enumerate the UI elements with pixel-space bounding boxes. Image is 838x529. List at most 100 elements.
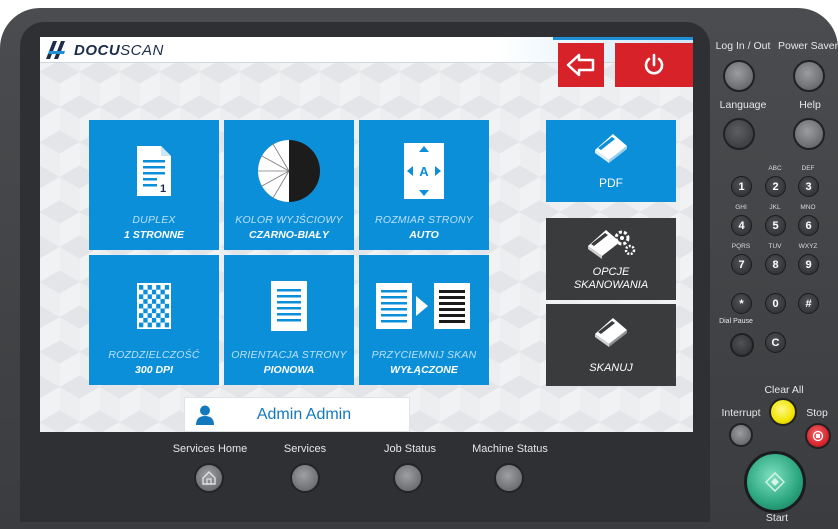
keypad-key-letters: GHI xyxy=(735,204,747,211)
touch-screen: DOCUSCAN 1 DUPLEX 1 STRONNE KOLOR WYJŚCI… xyxy=(40,37,693,432)
tile-value: PIONOWA xyxy=(263,364,315,376)
darken-scan-icon xyxy=(359,271,489,341)
tile-value: WYŁĄCZONE xyxy=(390,364,458,376)
login-button[interactable] xyxy=(723,60,755,92)
resolution-checker-icon xyxy=(89,271,219,341)
start-label: Start xyxy=(765,512,789,524)
keypad-key[interactable]: 2 xyxy=(765,176,786,197)
job-status-button[interactable] xyxy=(393,463,423,493)
language-button[interactable] xyxy=(723,118,755,150)
tile-duplex[interactable]: 1 DUPLEX 1 STRONNE xyxy=(89,120,219,250)
tile-value: AUTO xyxy=(409,229,439,241)
tile-output-color[interactable]: KOLOR WYJŚCIOWY CZARNO-BIAŁY xyxy=(224,120,354,250)
tile-page-orientation[interactable]: ORIENTACJA STRONY PIONOWA xyxy=(224,255,354,385)
help-button[interactable] xyxy=(793,118,825,150)
interrupt-label: Interrupt xyxy=(721,407,761,419)
color-half-circle-icon xyxy=(224,136,354,206)
tile-label: ROZMIAR STRONY xyxy=(375,214,473,226)
duplex-page-icon: 1 xyxy=(89,136,219,206)
keypad-key-letters: ABC xyxy=(768,165,782,172)
stop-label: Stop xyxy=(806,407,828,419)
scanner-settings-icon xyxy=(546,226,676,260)
scan-label: SKANUJ xyxy=(589,362,633,374)
pdf-button[interactable]: PDF xyxy=(546,120,676,202)
scan-options-button[interactable]: OPCJE SKANOWANIA xyxy=(546,218,676,300)
app-logo: DOCUSCAN xyxy=(46,41,164,59)
page-size-auto-icon: A xyxy=(359,136,489,206)
user-bar[interactable]: Admin Admin xyxy=(184,397,410,432)
tile-label: KOLOR WYJŚCIOWY xyxy=(235,214,343,226)
keypad-key[interactable]: 4 xyxy=(731,215,752,236)
brand-light: SCAN xyxy=(120,41,164,59)
tile-darken-scan[interactable]: PRZYCIEMNIJ SKAN WYŁĄCZONE xyxy=(359,255,489,385)
docuscan-logo-icon xyxy=(46,41,65,59)
tile-label: PRZYCIEMNIJ SKAN xyxy=(371,349,477,361)
keypad-key[interactable]: 8 xyxy=(765,254,786,275)
services-button[interactable] xyxy=(290,463,320,493)
keypad-key[interactable]: 5 xyxy=(765,215,786,236)
clear-all-button[interactable] xyxy=(769,398,797,426)
keypad-key-letters: PQRS xyxy=(731,243,751,250)
language-label: Language xyxy=(719,99,767,111)
keypad-key[interactable]: 0 xyxy=(765,293,786,314)
scan-options-label-1: OPCJE xyxy=(592,266,630,278)
svg-text:A: A xyxy=(419,164,429,179)
portrait-page-icon xyxy=(224,271,354,341)
job-status-label: Job Status xyxy=(384,443,436,455)
tile-value: 1 STRONNE xyxy=(123,229,185,241)
power-saver-label: Power Saver xyxy=(778,40,838,52)
tile-label: ORIENTACJA STRONY xyxy=(231,349,347,361)
tile-value: CZARNO-BIAŁY xyxy=(249,229,329,241)
stop-icon xyxy=(812,430,824,442)
pdf-label: PDF xyxy=(599,176,623,190)
machine-status-label: Machine Status xyxy=(472,443,548,455)
services-home-button[interactable] xyxy=(194,463,224,493)
power-saver-button[interactable] xyxy=(793,60,825,92)
login-label: Log In / Out xyxy=(715,40,771,52)
clear-all-label: Clear All xyxy=(764,384,804,396)
keypad-key-letters: WXYZ xyxy=(798,243,818,250)
tile-value: 300 DPI xyxy=(135,364,173,376)
start-button[interactable] xyxy=(744,451,806,513)
home-icon xyxy=(202,471,216,485)
scanner-icon xyxy=(546,130,676,164)
start-diamond-icon xyxy=(765,472,785,492)
keypad-key-letters: JKL xyxy=(769,204,781,211)
power-icon xyxy=(644,53,664,75)
keypad-key[interactable]: 1 xyxy=(731,176,752,197)
machine-status-button[interactable] xyxy=(494,463,524,493)
keypad-key-letters: TUV xyxy=(768,243,782,250)
dial-pause-button[interactable] xyxy=(730,333,754,357)
svg-text:1: 1 xyxy=(160,183,166,195)
tile-resolution[interactable]: ROZDZIELCZOŚĆ 300 DPI xyxy=(89,255,219,385)
scanner-icon xyxy=(546,314,676,348)
back-arrow-icon xyxy=(566,53,595,77)
brand-bold: DOCU xyxy=(74,41,121,59)
keypad-key[interactable]: * xyxy=(731,293,752,314)
user-icon xyxy=(185,405,225,425)
stop-button[interactable] xyxy=(805,423,831,449)
tile-page-size[interactable]: A ROZMIAR STRONY AUTO xyxy=(359,120,489,250)
tile-label: ROZDZIELCZOŚĆ xyxy=(108,349,200,361)
services-home-label: Services Home xyxy=(172,443,248,455)
keypad-key-letters: MNO xyxy=(800,204,816,211)
keypad-key[interactable]: 6 xyxy=(798,215,819,236)
keypad-key[interactable]: # xyxy=(798,293,819,314)
top-bar-accent xyxy=(553,37,693,40)
services-label: Services xyxy=(283,443,327,455)
dial-pause-label: Dial Pause xyxy=(719,318,753,325)
app-brand: DOCUSCAN xyxy=(74,42,164,59)
back-button[interactable] xyxy=(558,43,604,87)
user-name: Admin Admin xyxy=(256,405,352,423)
interrupt-button[interactable] xyxy=(729,423,753,447)
keypad-key[interactable]: 9 xyxy=(798,254,819,275)
scan-button[interactable]: SKANUJ xyxy=(546,304,676,386)
help-label: Help xyxy=(799,99,821,111)
tile-label: DUPLEX xyxy=(132,214,176,226)
keypad-key-letters: DEF xyxy=(801,165,815,172)
scan-options-label-2: SKANOWANIA xyxy=(573,279,649,291)
keypad-key[interactable]: 3 xyxy=(798,176,819,197)
keypad-key[interactable]: C xyxy=(765,332,786,353)
power-button[interactable] xyxy=(615,43,693,87)
keypad-key[interactable]: 7 xyxy=(731,254,752,275)
